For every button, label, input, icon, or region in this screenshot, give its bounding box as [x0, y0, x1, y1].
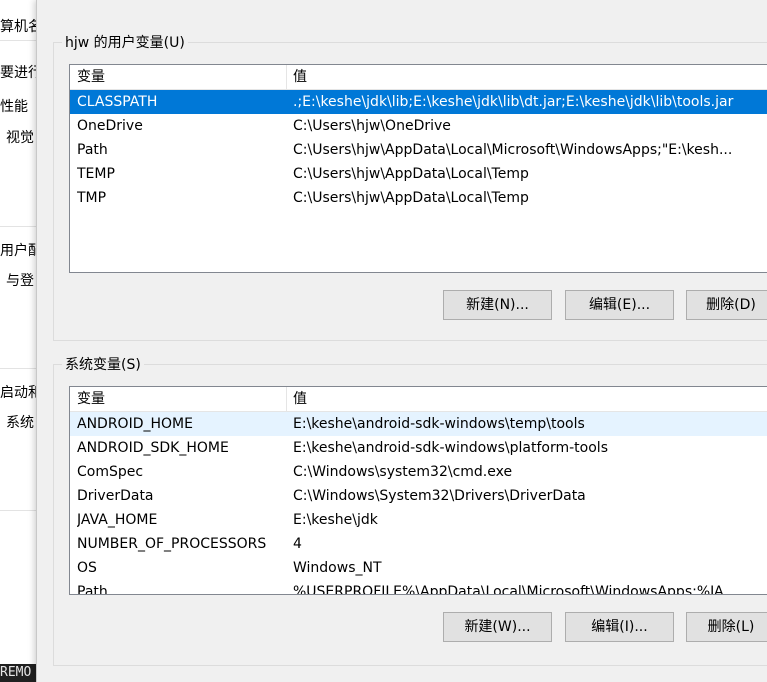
- system-var-row-comspec[interactable]: ComSpec C:\Windows\system32\cmd.exe: [70, 460, 767, 484]
- var-name: ANDROID_HOME: [77, 416, 193, 432]
- column-header-variable[interactable]: 变量: [77, 387, 287, 411]
- bg-taskbar-fragment: REMO: [0, 664, 40, 682]
- system-var-row-android-sdk-home[interactable]: ANDROID_SDK_HOME E:\keshe\android-sdk-wi…: [70, 436, 767, 460]
- var-name: NUMBER_OF_PROCESSORS: [77, 536, 267, 552]
- var-value: .;E:\keshe\jdk\lib;E:\keshe\jdk\lib\dt.j…: [293, 94, 734, 110]
- var-name: Path: [77, 584, 108, 595]
- var-value: C:\Users\hjw\AppData\Local\Temp: [293, 166, 529, 182]
- bg-divider: [0, 510, 38, 511]
- var-value: C:\Users\hjw\AppData\Local\Temp: [293, 190, 529, 206]
- system-variables-title: 系统变量(S): [62, 354, 144, 374]
- var-name: OneDrive: [77, 118, 143, 134]
- var-value: E:\keshe\jdk: [293, 512, 378, 528]
- system-var-row-java-home[interactable]: JAVA_HOME E:\keshe\jdk: [70, 508, 767, 532]
- column-divider[interactable]: [286, 65, 287, 89]
- var-name: TMP: [77, 190, 107, 206]
- bg-fragment-login: 与登: [6, 273, 34, 289]
- var-value: C:\Windows\System32\Drivers\DriverData: [293, 488, 586, 504]
- column-divider[interactable]: [286, 387, 287, 411]
- var-value: C:\Users\hjw\AppData\Local\Microsoft\Win…: [293, 142, 733, 158]
- user-variables-list[interactable]: 变量 值 CLASSPATH .;E:\keshe\jdk\lib;E:\kes…: [69, 64, 767, 273]
- var-name: ComSpec: [77, 464, 144, 480]
- user-edit-button[interactable]: 编辑(E)...: [565, 290, 674, 320]
- user-var-row-temp[interactable]: TEMP C:\Users\hjw\AppData\Local\Temp: [70, 162, 767, 186]
- user-var-row-classpath[interactable]: CLASSPATH .;E:\keshe\jdk\lib;E:\keshe\jd…: [70, 90, 767, 114]
- bg-fragment-system: 系统: [6, 415, 34, 431]
- system-delete-button[interactable]: 删除(L): [686, 612, 767, 642]
- user-var-row-path[interactable]: Path C:\Users\hjw\AppData\Local\Microsof…: [70, 138, 767, 162]
- bg-divider: [0, 368, 38, 369]
- system-var-row-os[interactable]: OS Windows_NT: [70, 556, 767, 580]
- user-variables-title: hjw 的用户变量(U): [62, 32, 188, 52]
- var-value: C:\Windows\system32\cmd.exe: [293, 464, 513, 480]
- var-value: 4: [293, 536, 302, 552]
- system-var-row-path[interactable]: Path %USERPROFILE%\AppData\Local\Microso…: [70, 580, 767, 595]
- list-header: 变量 值: [70, 387, 767, 412]
- var-value: E:\keshe\android-sdk-windows\temp\tools: [293, 416, 585, 432]
- user-delete-button[interactable]: 删除(D): [686, 290, 767, 320]
- var-name: TEMP: [77, 166, 115, 182]
- system-new-button[interactable]: 新建(W)...: [443, 612, 552, 642]
- var-name: DriverData: [77, 488, 154, 504]
- var-name: ANDROID_SDK_HOME: [77, 440, 229, 456]
- environment-variables-dialog: hjw 的用户变量(U) 变量 值 CLASSPATH .;E:\keshe\j…: [36, 0, 767, 682]
- var-name: OS: [77, 560, 97, 576]
- column-header-value[interactable]: 值: [293, 65, 767, 89]
- bg-fragment-visual: 视觉: [6, 130, 34, 146]
- var-value: Windows_NT: [293, 560, 382, 576]
- list-header: 变量 值: [70, 65, 767, 90]
- var-value: C:\Users\hjw\OneDrive: [293, 118, 451, 134]
- bg-divider: [0, 226, 38, 227]
- system-variables-list[interactable]: 变量 值 ANDROID_HOME E:\keshe\android-sdk-w…: [69, 386, 767, 595]
- var-name: CLASSPATH: [77, 94, 158, 110]
- bg-fragment-performance: 性能: [0, 99, 28, 115]
- system-var-row-android-home[interactable]: ANDROID_HOME E:\keshe\android-sdk-window…: [70, 412, 767, 436]
- user-var-row-onedrive[interactable]: OneDrive C:\Users\hjw\OneDrive: [70, 114, 767, 138]
- var-name: JAVA_HOME: [77, 512, 158, 528]
- var-value: %USERPROFILE%\AppData\Local\Microsoft\Wi…: [293, 584, 737, 595]
- var-value: E:\keshe\android-sdk-windows\platform-to…: [293, 440, 608, 456]
- column-header-value[interactable]: 值: [293, 387, 767, 411]
- user-new-button[interactable]: 新建(N)...: [443, 290, 552, 320]
- system-var-row-driverdata[interactable]: DriverData C:\Windows\System32\Drivers\D…: [70, 484, 767, 508]
- column-header-variable[interactable]: 变量: [77, 65, 287, 89]
- user-var-row-tmp[interactable]: TMP C:\Users\hjw\AppData\Local\Temp: [70, 186, 767, 210]
- system-edit-button[interactable]: 编辑(I)...: [565, 612, 674, 642]
- system-var-row-number-of-processors[interactable]: NUMBER_OF_PROCESSORS 4: [70, 532, 767, 556]
- bg-divider: [0, 40, 38, 41]
- var-name: Path: [77, 142, 108, 158]
